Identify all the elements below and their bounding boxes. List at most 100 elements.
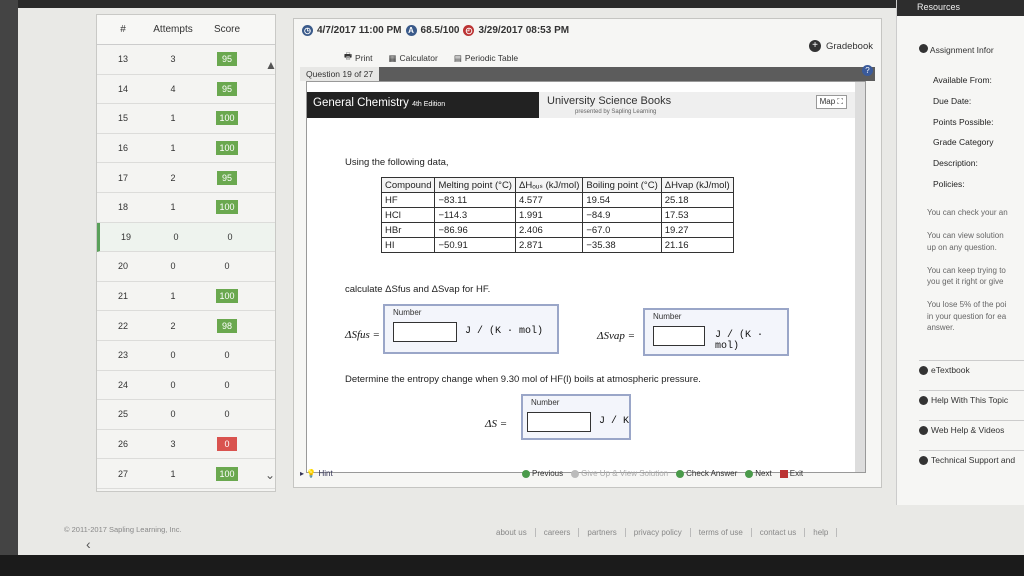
publisher: University Science Books [547,95,672,107]
scroll-up-chevron-icon[interactable]: ▲ [265,58,277,72]
previous-label: Previous [532,469,564,478]
table-header-cell: ΔHvap (kJ/mol) [660,177,734,193]
attempt-number: 15 [117,113,128,124]
attempt-count: 2 [170,320,176,331]
calculator-button[interactable]: ▦ Calculator [389,51,438,65]
attempt-count: 1 [170,143,176,154]
attempt-row[interactable]: 20 0 0 [97,252,275,282]
ds-total-label: ΔS = [485,418,508,430]
answer-box-total: Number J / K [521,394,631,440]
attempt-row[interactable]: 19 0 0 [97,222,275,253]
assignment-info-label: Assignment Infor [929,45,994,55]
question-content: General Chemistry 4th Edition University… [306,81,866,473]
attempt-row[interactable]: 16 1 100 [97,134,275,164]
exit-label: Exit [789,469,804,478]
attempt-row[interactable]: 26 3 0 [97,430,275,460]
attempt-row[interactable]: 22 2 98 [97,311,275,341]
attempt-score-cell: 100 [197,200,257,215]
footer-link[interactable]: contact us [760,528,806,537]
ds-vap-unit: J / (K · mol) [715,330,764,352]
etextbook-label: eTextbook [931,365,970,375]
assignment-info-toggle[interactable]: Assignment Infor [919,44,994,55]
periodic-table-label: Periodic Table [464,53,519,63]
table-cell: HCl [380,207,436,223]
attempt-row[interactable]: 14 4 95 [97,75,275,105]
content-scrollbar[interactable] [855,82,865,472]
attempt-score-cell: 95 [197,170,257,185]
policy-note [927,288,1008,300]
attempt-score-cell: 100 [197,111,257,126]
gradebook-link[interactable]: + Gradebook [808,40,873,52]
ds-total-input[interactable] [527,412,591,432]
policy-note [927,219,1008,231]
exit-button[interactable]: Exit [779,469,804,478]
attempt-count: 1 [170,291,176,302]
hint-label: Hint [318,469,333,478]
attempt-row[interactable]: 21 1 100 [97,282,275,312]
attempt-row[interactable]: 17 2 95 [97,163,275,193]
score-badge: 100 [216,289,238,304]
collapse-icon [919,44,928,53]
footer-link[interactable]: help [813,528,838,537]
attempt-row[interactable]: 23 0 0 [97,341,275,371]
previous-button[interactable]: Previous [522,469,563,478]
attempt-score-cell: 0 [197,259,257,273]
score-badge: 95 [217,170,237,185]
policy-notes: You can check your an You can view solut… [927,207,1008,334]
attempt-score-cell: 100 [197,289,257,304]
due-date-label: Due Date: [933,95,972,106]
map-button[interactable]: Map ⛶ [815,95,847,109]
table-header-cell: Melting point (°C) [434,177,516,193]
attempt-row[interactable]: 13 3 95 [97,45,275,75]
score-badge: 95 [217,52,237,67]
policies-label: Policies: [933,178,965,189]
next-button[interactable]: Next [745,469,772,478]
back-chevron-icon[interactable]: ‹ [86,536,91,552]
question-nav: ▸ 💡 Hint Previous Give Up & View Solutio… [294,467,882,485]
ds-vap-input[interactable] [653,326,705,346]
help-topic-link[interactable]: Help With This Topic [919,390,1024,405]
attempt-row[interactable]: 25 0 0 [97,400,275,430]
help-topic-label: Help With This Topic [931,395,1009,405]
periodic-table-button[interactable]: ▤ Periodic Table [454,51,518,65]
book-edition: 4th Edition [412,101,446,108]
attempt-row[interactable]: 27 1 100 [97,459,275,489]
footer-link[interactable]: privacy policy [634,528,691,537]
etextbook-link[interactable]: eTextbook [919,360,1024,375]
history-icon: ◴ [463,25,475,36]
attempt-row[interactable]: 15 1 100 [97,104,275,134]
etextbook-icon [919,365,928,375]
policy-note [927,253,1008,265]
hint-button[interactable]: ▸ 💡 Hint [300,469,333,478]
attempt-number: 20 [117,261,128,272]
footer-link[interactable]: about us [496,528,536,537]
ds-fus-input[interactable] [393,322,457,342]
score-badge: 0 [224,261,230,272]
calculator-label: Calculator [399,53,438,63]
attempt-row[interactable]: 18 1 100 [97,193,275,223]
attempt-number: 25 [117,409,128,420]
map-icon: ⛶ [837,97,843,106]
attempt-number: 22 [117,320,128,331]
check-answer-button[interactable]: Check Answer [676,469,737,478]
tech-support-link[interactable]: Technical Support and [919,450,1024,465]
attempt-count: 0 [170,350,176,361]
help-icon[interactable]: ? [862,65,873,76]
web-help-link[interactable]: Web Help & Videos [919,420,1024,435]
footer-link[interactable]: partners [587,528,626,537]
policy-note: you get it right or give [927,277,1004,286]
header-score: Score [213,24,241,35]
attempt-count: 1 [170,113,176,124]
give-up-button[interactable]: Give Up & View Solution [571,469,668,478]
table-header-row: Compound Melting point (°C) ΔHₒᵤₛ (kJ/mol)… [380,177,734,193]
print-button[interactable]: 🖶 Print [344,51,373,65]
footer-link[interactable]: careers [544,528,580,537]
score-badge: 100 [216,466,238,481]
attempt-row[interactable]: 24 0 0 [97,371,275,401]
footer-link[interactable]: terms of use [699,528,752,537]
table-row: HI −50.91 2.871 −35.38 21.16 [380,237,734,253]
table-header-cell: ΔHₒᵤₛ (kJ/mol) [514,177,584,193]
answer-box-fus: Number J / (K · mol) [383,304,559,354]
attempt-count: 2 [170,172,176,183]
scroll-down-chevron-icon[interactable]: ⌄ [265,468,275,482]
